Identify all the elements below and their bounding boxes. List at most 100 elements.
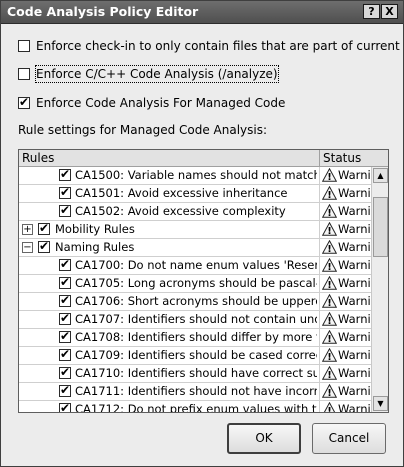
- warning-icon: !: [322, 222, 337, 236]
- rule-row[interactable]: ✔ CA1712: Do not prefix enum values with …: [19, 401, 371, 413]
- rule-row[interactable]: ✔ CA1700: Do not name enum values 'Reserv…: [19, 257, 371, 275]
- rule-checkbox[interactable]: ✔: [59, 311, 71, 325]
- status-cell[interactable]: ! Warning: [319, 275, 371, 293]
- status-cell[interactable]: ! Warning: [319, 203, 371, 221]
- rule-checkbox[interactable]: ✔: [59, 347, 71, 361]
- check-mark-icon: ✔: [19, 95, 30, 109]
- option-enforce-cpp-analysis[interactable]: Enforce C/C++ Code Analysis (/analyze): [18, 65, 279, 83]
- close-button[interactable]: X: [381, 4, 398, 19]
- check-mark-icon: ✔: [60, 257, 71, 271]
- enforce-managed-checkbox[interactable]: ✔: [18, 95, 30, 109]
- help-button[interactable]: ?: [363, 4, 380, 19]
- check-mark-icon: ✔: [60, 185, 71, 199]
- check-mark-icon: ✔: [60, 311, 71, 325]
- warning-icon: !: [323, 402, 336, 413]
- window-title: Code Analysis Policy Editor: [7, 4, 199, 19]
- check-mark-icon: ✔: [60, 203, 71, 217]
- rule-checkbox[interactable]: ✔: [59, 365, 71, 379]
- svg-text:!: !: [327, 298, 332, 308]
- status-label: Warning: [338, 384, 371, 398]
- warning-icon: !: [322, 330, 337, 344]
- rule-row[interactable]: ✔ CA1706: Short acronyms should be upperc…: [19, 293, 371, 311]
- rule-checkbox[interactable]: ✔: [59, 401, 71, 413]
- rules-column-header[interactable]: Rules: [19, 150, 319, 166]
- rule-row[interactable]: ✔ CA1501: Avoid excessive inheritance! War…: [19, 185, 371, 203]
- status-column-header[interactable]: Status: [320, 150, 388, 166]
- status-label: Warning: [338, 240, 371, 254]
- rule-label: CA1707: Identifiers should not contain u…: [75, 312, 317, 326]
- group-row[interactable]: −✔ Naming Rules ! Warning: [19, 239, 371, 257]
- title-bar[interactable]: Code Analysis Policy Editor ? X: [1, 1, 403, 24]
- check-mark-icon: ✔: [60, 347, 71, 361]
- rule-checkbox[interactable]: ✔: [59, 329, 71, 343]
- rule-row[interactable]: ✔ CA1707: Identifiers should not contain …: [19, 311, 371, 329]
- rule-checkbox[interactable]: ✔: [59, 293, 71, 307]
- status-cell[interactable]: ! Warning: [319, 293, 371, 311]
- status-cell[interactable]: ! Warning: [319, 239, 371, 257]
- svg-text:!: !: [327, 334, 332, 344]
- warning-icon: !: [322, 366, 337, 380]
- rule-checkbox[interactable]: ✔: [59, 383, 71, 397]
- rule-checkbox[interactable]: ✔: [59, 275, 71, 289]
- expand-icon[interactable]: +: [22, 224, 33, 235]
- option-enforce-managed-analysis[interactable]: ✔ Enforce Code Analysis For Managed Code: [18, 95, 285, 111]
- scroll-thumb[interactable]: [373, 197, 388, 257]
- cancel-button[interactable]: Cancel: [312, 423, 386, 454]
- status-label: Warning: [338, 258, 371, 272]
- status-cell[interactable]: ! Warning: [319, 311, 371, 329]
- collapse-icon[interactable]: −: [22, 242, 33, 253]
- status-cell[interactable]: ! Warning: [319, 257, 371, 275]
- warning-icon: !: [322, 312, 337, 326]
- rule-row[interactable]: ✔ CA1709: Identifiers should be cased cor…: [19, 347, 371, 365]
- rule-label: CA1711: Identifiers should not have inco…: [75, 384, 317, 398]
- svg-text:!: !: [327, 352, 332, 362]
- check-mark-icon: ✔: [39, 239, 50, 253]
- rule-row[interactable]: ✔ CA1500: Variable names should not match…: [19, 167, 371, 185]
- enforce-managed-label: Enforce Code Analysis For Managed Code: [36, 96, 286, 110]
- status-cell[interactable]: ! Warning: [319, 167, 371, 185]
- check-mark-icon: ✔: [60, 167, 71, 181]
- group-checkbox[interactable]: ✔: [38, 221, 50, 235]
- rule-checkbox[interactable]: ✔: [59, 203, 71, 217]
- enforce-cpp-checkbox[interactable]: [18, 68, 30, 80]
- check-mark-icon: ✔: [60, 275, 71, 289]
- vertical-scrollbar[interactable]: ▲ ▼: [371, 167, 388, 412]
- status-cell[interactable]: ! Warning: [319, 347, 371, 365]
- rule-row[interactable]: ✔ CA1708: Identifiers should differ by mo…: [19, 329, 371, 347]
- warning-icon: !: [322, 186, 337, 200]
- rules-grid[interactable]: Rules Status ✔ CA1500: Variable names sho…: [18, 149, 389, 413]
- group-label: Naming Rules: [55, 240, 135, 254]
- svg-text:!: !: [327, 226, 332, 236]
- status-label: Warning: [338, 276, 371, 290]
- scroll-down-arrow-icon[interactable]: ▼: [373, 396, 388, 411]
- svg-text:!: !: [327, 406, 332, 413]
- status-label: Warning: [338, 168, 371, 182]
- rule-checkbox[interactable]: ✔: [59, 167, 71, 181]
- svg-text:!: !: [327, 316, 332, 326]
- group-row[interactable]: + ✔ Mobility Rules! Warning: [19, 221, 371, 239]
- scroll-up-arrow-icon[interactable]: ▲: [373, 168, 388, 183]
- status-cell[interactable]: ! Warning: [319, 329, 371, 347]
- status-label: Warning: [338, 186, 371, 200]
- warning-icon: !: [322, 294, 337, 308]
- rule-row[interactable]: ✔ CA1502: Avoid excessive complexity! Warn…: [19, 203, 371, 221]
- rule-checkbox[interactable]: ✔: [59, 257, 71, 271]
- rule-row[interactable]: ✔ CA1711: Identifiers should not have inc…: [19, 383, 371, 401]
- option-enforce-checkin-solution[interactable]: Enforce check-in to only contain files t…: [18, 38, 403, 54]
- group-checkbox[interactable]: ✔: [38, 239, 50, 253]
- check-mark-icon: ✔: [60, 401, 71, 413]
- check-mark-icon: ✔: [60, 365, 71, 379]
- rule-checkbox[interactable]: ✔: [59, 185, 71, 199]
- ok-button[interactable]: OK: [227, 423, 301, 454]
- rule-row[interactable]: ✔ CA1705: Long acronyms should be pascal-…: [19, 275, 371, 293]
- rule-row[interactable]: ✔ CA1710: Identifiers should have correct…: [19, 365, 371, 383]
- rule-label: CA1712: Do not prefix enum values with t…: [75, 402, 317, 413]
- status-cell[interactable]: ! Warning: [319, 401, 371, 413]
- status-cell[interactable]: ! Warning: [319, 185, 371, 203]
- enforce-checkin-checkbox[interactable]: [18, 40, 30, 52]
- rule-label: CA1706: Short acronyms should be upperca…: [75, 294, 317, 308]
- status-cell[interactable]: ! Warning: [319, 365, 371, 383]
- enforce-checkin-label: Enforce check-in to only contain files t…: [36, 39, 403, 53]
- status-cell[interactable]: ! Warning: [319, 221, 371, 239]
- status-cell[interactable]: ! Warning: [319, 383, 371, 401]
